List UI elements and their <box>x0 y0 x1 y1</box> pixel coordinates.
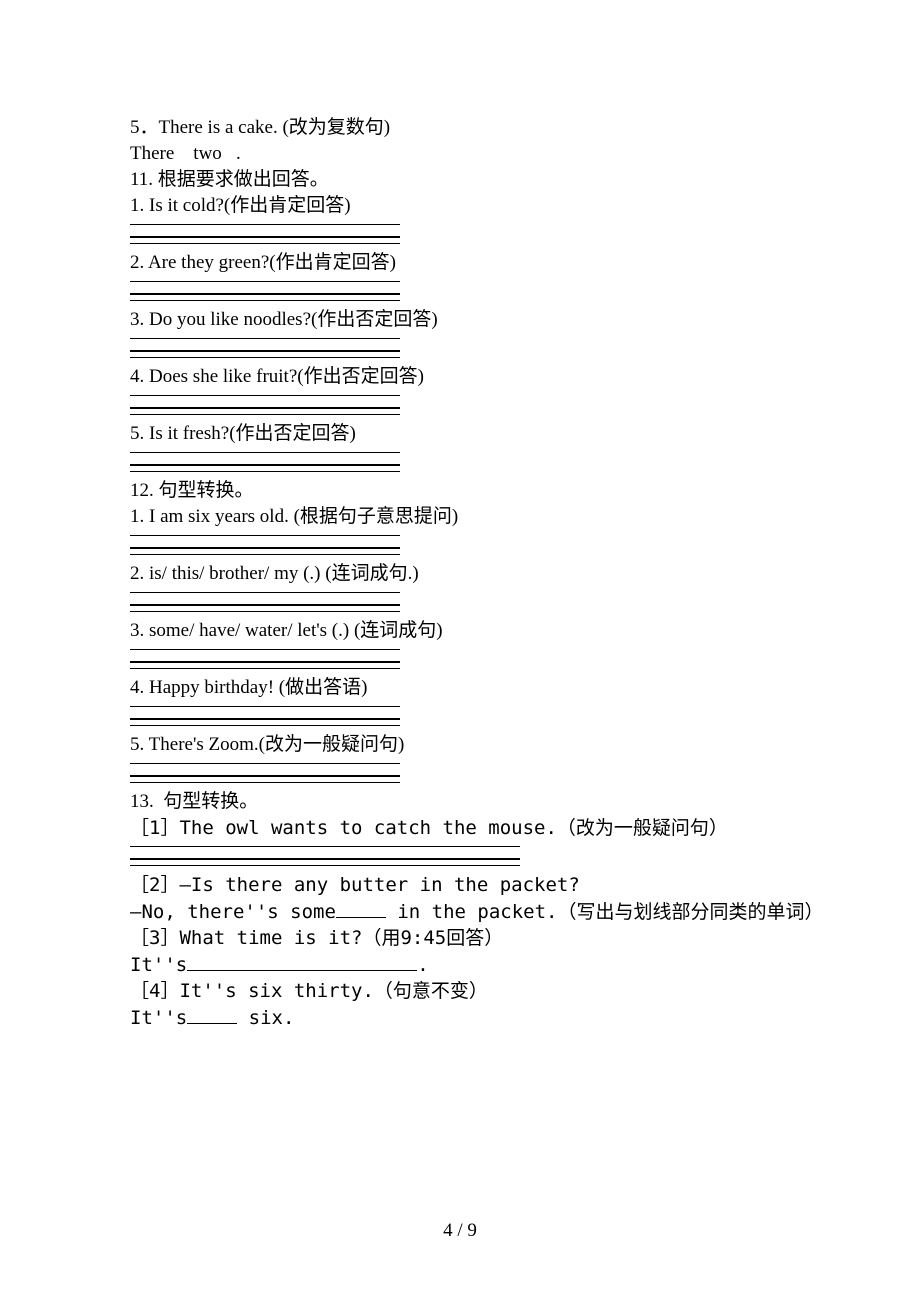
q13-item-1: ［1］The owl wants to catch the mouse.（改为一… <box>130 815 790 841</box>
q13-item-3-pre: It''s <box>130 954 187 976</box>
answer-blank <box>130 329 790 358</box>
q13-item-3-post: . <box>417 954 428 976</box>
q13-item-4-pre: It''s <box>130 1007 187 1029</box>
page-number: 4 / 9 <box>0 1220 920 1242</box>
q13-item-3-answer: It''s. <box>130 951 790 978</box>
q13-item-4-answer: It''s six. <box>130 1004 790 1031</box>
answer-blank <box>130 640 790 669</box>
q13-item-3: ［3］What time is it?（用9:45回答） <box>130 925 790 951</box>
inline-blank <box>336 898 386 918</box>
q13-item-2b: —No, there''s some in the packet.（写出与划线部… <box>130 898 790 925</box>
q13-item-2b-pre: —No, there''s some <box>130 901 336 923</box>
answer-blank <box>130 697 790 726</box>
inline-blank <box>187 951 417 971</box>
q13-item-2a: ［2］—Is there any butter in the packet? <box>130 872 790 898</box>
answer-blank <box>130 215 790 244</box>
answer-blank <box>130 386 790 415</box>
document-page: 5．There is a cake. (改为复数句) There two . 1… <box>0 0 920 1302</box>
q12-header: 12. 句型转换。 <box>130 478 790 504</box>
q5-prompt: 5．There is a cake. (改为复数句) <box>130 115 790 141</box>
inline-blank <box>187 1004 237 1024</box>
q13-item-2b-post: in the packet.（写出与划线部分同类的单词） <box>386 901 824 923</box>
answer-blank <box>130 272 790 301</box>
answer-blank <box>130 443 790 472</box>
answer-blank <box>130 583 790 612</box>
answer-blank <box>130 526 790 555</box>
q13-item-4-post: six. <box>237 1007 294 1029</box>
q5-answer-template: There two . <box>130 141 790 167</box>
q13-header: 13. 句型转换。 <box>130 789 790 815</box>
q11-header: 11. 根据要求做出回答。 <box>130 167 790 193</box>
answer-blank <box>130 837 790 866</box>
answer-blank <box>130 754 790 783</box>
q13-item-4: ［4］It''s six thirty.（句意不变） <box>130 978 790 1004</box>
